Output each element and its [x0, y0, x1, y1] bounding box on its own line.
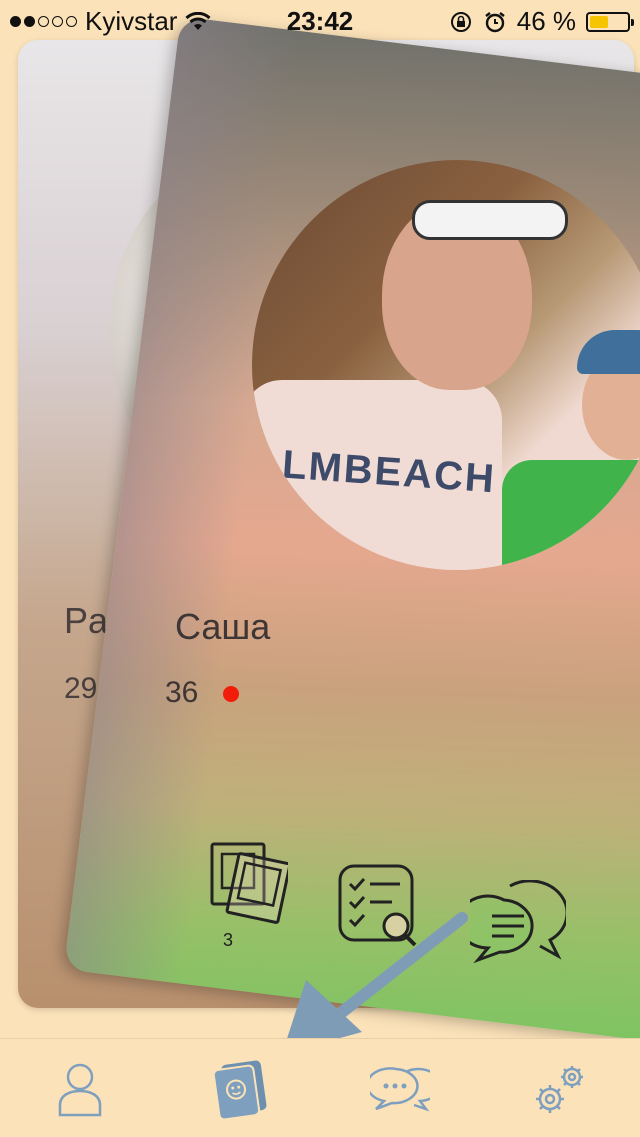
orientation-lock-icon	[450, 11, 471, 32]
status-right: 46 %	[449, 6, 634, 37]
chat-icon[interactable]	[470, 880, 566, 966]
profile-age: 29	[64, 672, 98, 705]
cards-icon	[212, 1060, 267, 1119]
tab-messages[interactable]	[368, 1057, 432, 1121]
photos-icon[interactable]	[208, 840, 288, 924]
battery-icon	[586, 11, 634, 32]
tab-bar	[0, 1038, 640, 1137]
profile-photo[interactable]: LMBEACH	[252, 160, 640, 570]
profile-age: 36	[165, 676, 199, 709]
tab-profile[interactable]	[48, 1057, 112, 1121]
status-bar: Kyivstar 23:42 46 %	[0, 0, 640, 40]
settings-icon	[536, 1066, 583, 1113]
profile-name: Саша	[175, 606, 271, 647]
battery-percent: 46 %	[516, 6, 576, 36]
alarm-icon	[485, 11, 505, 32]
messages-icon	[370, 1067, 430, 1112]
questionnaire-icon[interactable]	[336, 862, 424, 954]
profile-icon	[58, 1063, 102, 1117]
photos-count: 3	[223, 930, 234, 950]
tab-cards[interactable]	[208, 1057, 272, 1121]
tab-settings[interactable]	[528, 1057, 592, 1121]
online-status-dot	[223, 686, 240, 702]
